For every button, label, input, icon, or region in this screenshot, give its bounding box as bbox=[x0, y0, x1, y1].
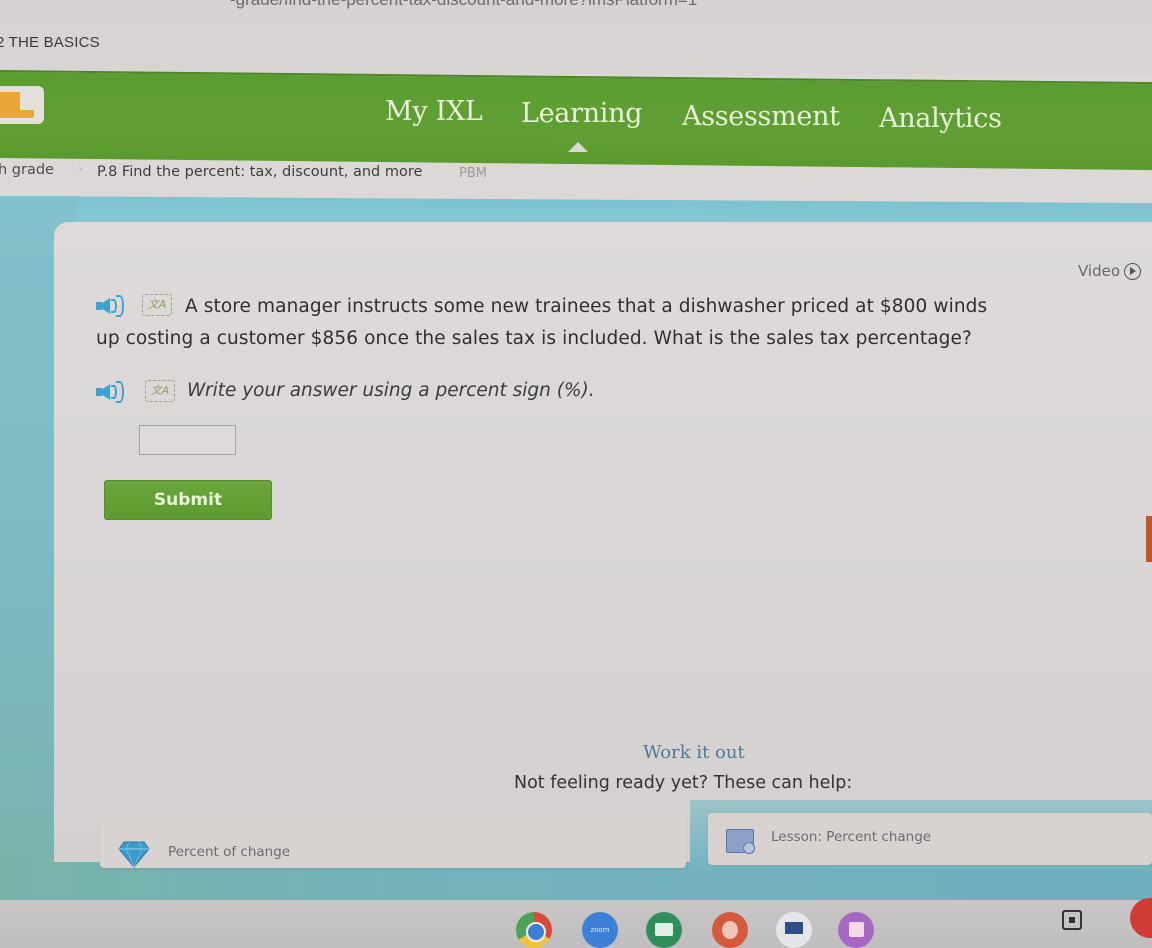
browser-url-bar[interactable]: -grade/find-the-percent-tax-discount-and… bbox=[0, 0, 1152, 22]
news-app-icon[interactable] bbox=[776, 912, 812, 948]
video-link[interactable]: Video bbox=[1078, 262, 1142, 280]
ixl-logo[interactable] bbox=[0, 86, 44, 124]
submit-button[interactable]: Submit bbox=[104, 480, 272, 520]
nav-learning[interactable]: Learning bbox=[521, 98, 643, 129]
url-text[interactable]: -grade/find-the-percent-tax-discount-and… bbox=[230, 0, 697, 10]
nav-my-ixl[interactable]: My IXL bbox=[385, 96, 483, 127]
chrome-app-icon[interactable] bbox=[516, 912, 552, 948]
instruction-text: Write your answer using a percent sign (… bbox=[187, 380, 595, 401]
nav-analytics[interactable]: Analytics bbox=[879, 103, 1002, 134]
lesson-icon bbox=[726, 829, 755, 854]
gem-icon bbox=[118, 841, 150, 868]
os-shelf bbox=[0, 900, 1152, 948]
breadcrumb: h grade › P.8 Find the percent: tax, dis… bbox=[0, 160, 1152, 194]
classroom-app-icon[interactable] bbox=[646, 912, 682, 948]
active-nav-indicator bbox=[568, 142, 588, 152]
screen: -grade/find-the-percent-tax-discount-and… bbox=[0, 0, 1152, 948]
logo-mark bbox=[0, 92, 34, 118]
question-line-2: up costing a customer $856 once the sale… bbox=[96, 328, 972, 349]
unit-header: 2 THE BASICS bbox=[0, 22, 1152, 74]
help-resource-label: Lesson: Percent change bbox=[771, 829, 932, 845]
speaker-icon[interactable] bbox=[96, 294, 130, 317]
video-label: Video bbox=[1078, 262, 1121, 280]
play-icon bbox=[1124, 262, 1142, 280]
question-line-1: A store manager instructs some new train… bbox=[185, 296, 988, 317]
speaker-icon[interactable] bbox=[96, 380, 130, 403]
practice-card bbox=[54, 222, 1152, 862]
screenshot-icon[interactable] bbox=[1062, 910, 1082, 930]
skill-code: PBM bbox=[459, 166, 487, 181]
help-prompt: Not feeling ready yet? These can help: bbox=[514, 773, 853, 793]
help-resource-percent-of-change[interactable]: Percent of change bbox=[100, 818, 686, 868]
unit-title: 2 THE BASICS bbox=[0, 34, 100, 51]
work-it-out-heading: Work it out bbox=[643, 742, 745, 763]
art-app-icon[interactable] bbox=[712, 912, 748, 948]
help-resource-lesson[interactable]: Lesson: Percent change bbox=[708, 813, 1152, 865]
translate-icon[interactable]: 文A bbox=[145, 380, 175, 402]
purple-app-icon[interactable] bbox=[838, 912, 874, 948]
side-tab[interactable] bbox=[1146, 516, 1152, 562]
zoom-app-icon[interactable]: zoom bbox=[582, 912, 618, 948]
translate-icon[interactable]: 文A bbox=[142, 294, 172, 316]
answer-input[interactable] bbox=[139, 425, 236, 455]
breadcrumb-grade[interactable]: h grade bbox=[0, 162, 54, 178]
nav-assessment[interactable]: Assessment bbox=[682, 101, 840, 132]
help-resource-label: Percent of change bbox=[168, 844, 291, 860]
breadcrumb-skill: P.8 Find the percent: tax, discount, and… bbox=[97, 164, 423, 180]
breadcrumb-chevron-icon: › bbox=[78, 162, 84, 177]
